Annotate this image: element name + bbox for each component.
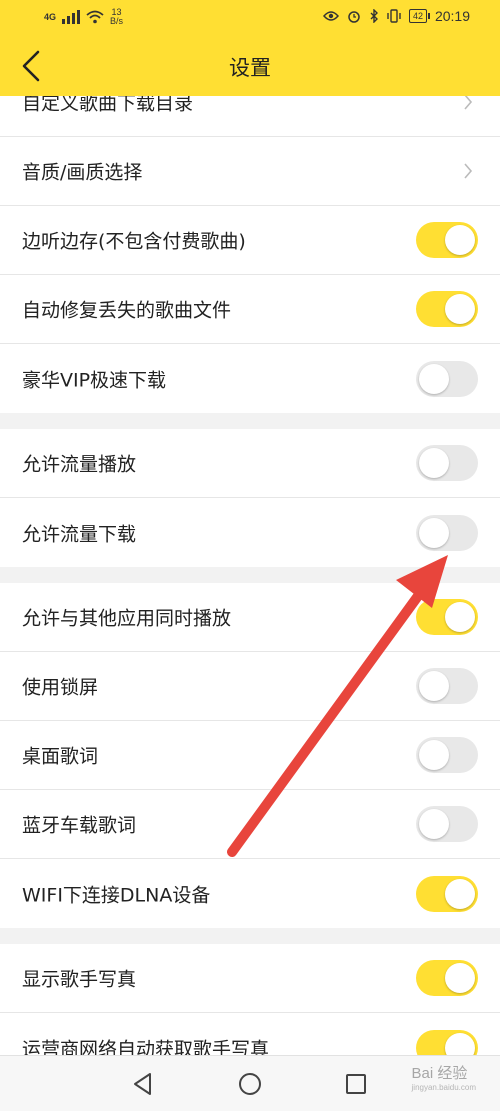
toggle-knob xyxy=(419,448,449,478)
toggle-switch[interactable] xyxy=(416,360,478,397)
net-speed-unit: B/s xyxy=(110,16,124,26)
settings-row-label: 允许流量下载 xyxy=(22,523,137,545)
settings-row[interactable]: 桌面歌词 xyxy=(0,721,500,790)
toggle-knob xyxy=(445,878,475,909)
settings-row-label: 显示歌手写真 xyxy=(22,968,137,991)
toggle-switch[interactable] xyxy=(416,445,478,481)
settings-row-label: 音质/画质选择 xyxy=(22,161,143,184)
toggle-knob xyxy=(419,363,449,394)
alarm-icon xyxy=(348,11,360,23)
settings-row-label: 蓝牙车载歌词 xyxy=(22,814,137,837)
toggle-knob xyxy=(445,1032,475,1055)
settings-group: 自定义歌曲下载目录音质/画质选择边听边存(不包含付费歌曲) 自动修复丢失的歌曲文件… xyxy=(0,96,500,413)
toggle-knob xyxy=(445,602,475,632)
settings-row-label: 允许流量播放 xyxy=(22,453,137,476)
settings-row[interactable]: 边听边存(不包含付费歌曲) xyxy=(0,206,500,275)
settings-row-label: 自定义歌曲下载目录 xyxy=(22,96,194,115)
settings-row-label: 桌面歌词 xyxy=(22,745,99,768)
toggle-knob xyxy=(445,225,475,255)
status-left: 4G 13 B/s xyxy=(44,8,123,26)
toggle-knob xyxy=(419,740,449,770)
toggle-switch[interactable] xyxy=(416,737,478,773)
page-title: 设置 xyxy=(229,56,271,80)
status-right: 42 20:19 xyxy=(322,8,470,24)
toggle-knob xyxy=(445,963,475,993)
settings-row[interactable]: WIFI下连接DLNA设备 xyxy=(0,859,500,928)
toggle-knob xyxy=(419,517,449,548)
toggle-knob xyxy=(419,809,449,839)
settings-group: 允许流量播放 允许流量下载 xyxy=(0,429,500,567)
clock: 20:19 xyxy=(434,8,470,24)
settings-row[interactable]: 显示歌手写真 xyxy=(0,944,500,1013)
triangle-back-icon xyxy=(134,1073,151,1095)
settings-row[interactable]: 音质/画质选择 xyxy=(0,137,500,206)
settings-row[interactable]: 自定义歌曲下载目录 xyxy=(0,96,500,137)
settings-group: 显示歌手写真运营商网络自动获取歌手写真 xyxy=(0,944,500,1055)
settings-row[interactable]: 允许与其他应用同时播放 xyxy=(0,583,500,652)
square-recents-icon xyxy=(346,1074,366,1094)
nav-recents-button[interactable] xyxy=(342,1070,370,1098)
toggle-switch[interactable] xyxy=(416,291,478,327)
toggle-switch[interactable] xyxy=(416,960,478,996)
group-separator xyxy=(0,928,500,944)
toggle-switch[interactable] xyxy=(416,1029,478,1055)
settings-row-label: 边听边存(不包含付费歌曲) xyxy=(22,230,246,253)
settings-group: 允许与其他应用同时播放 使用锁屏桌面歌词蓝牙车载歌词 WIFI下连接DLNA设备 xyxy=(0,583,500,928)
settings-row[interactable]: 运营商网络自动获取歌手写真 xyxy=(0,1013,500,1055)
settings-row[interactable]: 蓝牙车载歌词 xyxy=(0,790,500,859)
app-header: 设置 xyxy=(0,34,500,96)
settings-row-label: WIFI下连接DLNA设备 xyxy=(22,884,211,906)
network-type: 4G xyxy=(44,12,57,22)
group-separator xyxy=(0,413,500,429)
net-speed: 13 B/s xyxy=(110,8,123,26)
toggle-switch[interactable] xyxy=(416,222,478,258)
settings-row[interactable]: 豪华VIP极速下载 xyxy=(0,344,500,413)
toggle-switch[interactable] xyxy=(416,668,478,704)
settings-row-label: 豪华VIP极速下载 xyxy=(22,369,167,391)
toggle-switch[interactable] xyxy=(416,875,478,912)
status-bar: 4G 13 B/s 42 20:19 xyxy=(0,0,500,34)
settings-list[interactable]: 自定义歌曲下载目录音质/画质选择边听边存(不包含付费歌曲) 自动修复丢失的歌曲文件… xyxy=(0,96,500,1055)
chevron-right-icon xyxy=(464,96,473,110)
settings-row[interactable]: 允许流量下载 xyxy=(0,498,500,567)
group-separator xyxy=(0,567,500,583)
settings-row[interactable]: 使用锁屏 xyxy=(0,652,500,721)
toggle-switch[interactable] xyxy=(416,806,478,842)
wifi-icon xyxy=(86,10,104,24)
settings-row[interactable]: 允许流量播放 xyxy=(0,429,500,498)
bluetooth-icon xyxy=(370,9,378,23)
watermark: Bai 经验 jingyan.baidu.com xyxy=(412,1062,476,1092)
toggle-knob xyxy=(419,671,449,701)
settings-row-label: 允许与其他应用同时播放 xyxy=(22,607,232,630)
battery-icon: 42 xyxy=(408,9,430,23)
signal-icon xyxy=(62,10,81,24)
nav-home-button[interactable] xyxy=(236,1070,264,1098)
chevron-right-icon xyxy=(464,163,473,179)
system-nav-bar: Bai 经验 jingyan.baidu.com xyxy=(0,1055,500,1111)
eye-icon xyxy=(322,11,339,21)
nav-back-button[interactable] xyxy=(129,1070,157,1098)
toggle-switch[interactable] xyxy=(416,599,478,635)
watermark-sub: jingyan.baidu.com xyxy=(411,1083,476,1092)
watermark-text: Bai 经验 xyxy=(411,1065,468,1082)
settings-row-label: 使用锁屏 xyxy=(22,676,99,699)
settings-row[interactable]: 自动修复丢失的歌曲文件 xyxy=(0,275,500,344)
circle-home-icon xyxy=(239,1073,261,1095)
settings-row-label: 运营商网络自动获取歌手写真 xyxy=(22,1038,270,1055)
toggle-knob xyxy=(445,294,475,324)
vibrate-icon xyxy=(387,9,401,23)
toggle-switch[interactable] xyxy=(416,514,478,551)
settings-row-label: 自动修复丢失的歌曲文件 xyxy=(22,299,232,322)
